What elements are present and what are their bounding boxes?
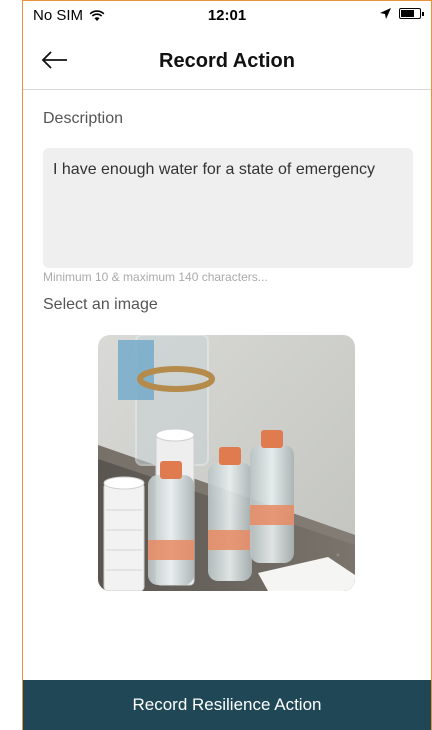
description-field[interactable]: I have enough water for a state of emerg…: [43, 148, 413, 268]
select-image-label: Select an image: [43, 296, 158, 313]
image-picker[interactable]: [98, 335, 355, 591]
battery-icon: [399, 8, 424, 19]
page-title: Record Action: [159, 50, 295, 72]
record-resilience-action-button[interactable]: Record Resilience Action: [23, 680, 431, 730]
nav-bar: Record Action: [23, 30, 431, 90]
status-bar: No SIM 12:01: [23, 0, 431, 30]
status-right: [380, 8, 424, 19]
app-screen: No SIM 12:01 Record Action Description I…: [22, 0, 432, 730]
description-label: Description: [43, 110, 124, 127]
location-arrow-icon: [380, 8, 391, 19]
status-time: 12:01: [207, 7, 247, 24]
selected-photo: [98, 335, 355, 591]
description-hint: Minimum 10 & maximum 140 characters...: [43, 270, 268, 284]
